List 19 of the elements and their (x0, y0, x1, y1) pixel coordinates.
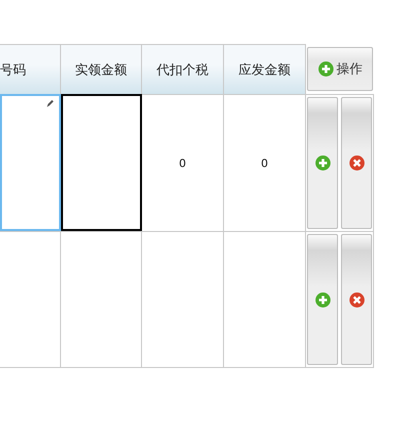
delete-button[interactable] (341, 234, 372, 365)
add-button[interactable] (307, 234, 338, 365)
add-row-button[interactable]: 操作 (307, 47, 373, 91)
add-button[interactable] (307, 97, 338, 229)
table-cell[interactable] (61, 94, 142, 231)
table-cell[interactable]: 0 (142, 94, 224, 231)
delete-button[interactable] (341, 97, 372, 229)
column-header[interactable]: 代扣个税 (142, 44, 224, 94)
delete-icon (348, 292, 364, 308)
table-cell[interactable]: 0 (224, 94, 306, 231)
add-icon (314, 155, 330, 171)
column-header[interactable]: 实领金额 (61, 44, 142, 94)
delete-icon (348, 155, 364, 171)
add-icon (314, 292, 330, 308)
add-icon (318, 61, 334, 77)
table-cell[interactable] (0, 94, 61, 231)
pencil-icon (46, 99, 54, 108)
column-header[interactable]: 应发金额 (224, 44, 306, 94)
column-header[interactable]: 号码 (0, 44, 61, 94)
